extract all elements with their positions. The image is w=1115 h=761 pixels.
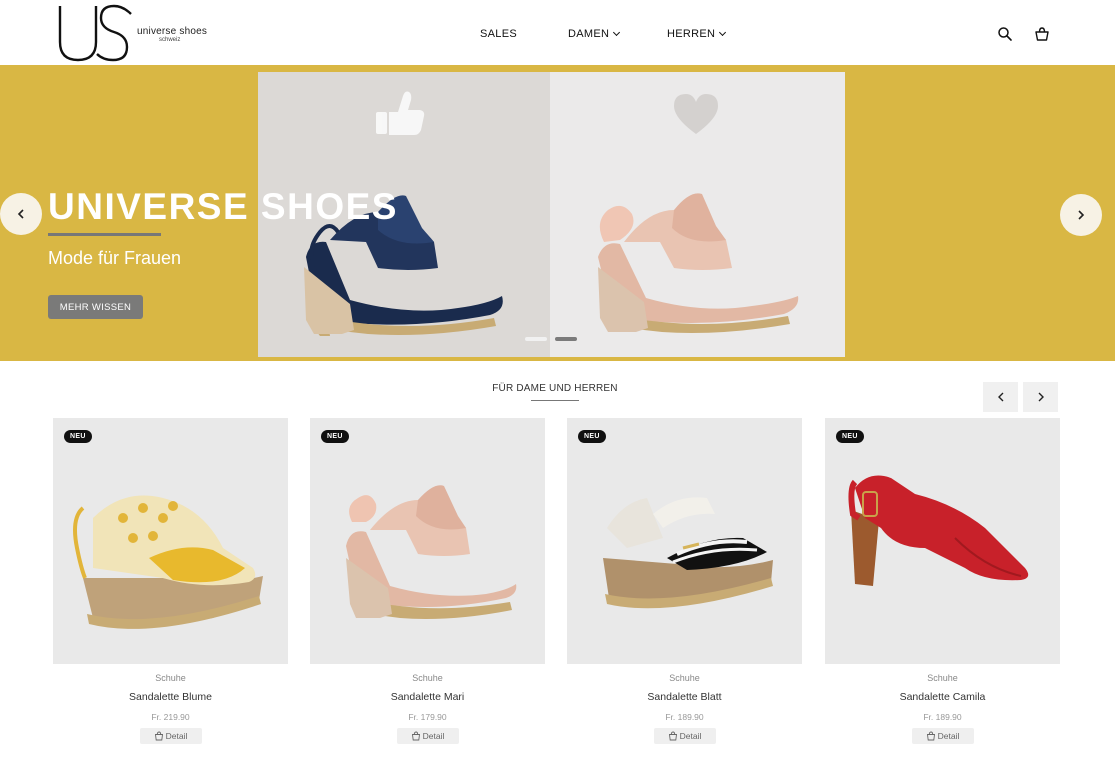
detail-button-label: Detail <box>422 731 445 741</box>
chevron-right-icon <box>1078 210 1085 220</box>
detail-button[interactable]: Detail <box>911 728 974 744</box>
slider-dot-1[interactable] <box>525 337 547 341</box>
products-prev-button[interactable] <box>983 382 1018 412</box>
hero-image-right-panel <box>550 72 845 357</box>
nav-item-label: DAMEN <box>568 28 610 40</box>
product-image[interactable]: NEU <box>825 418 1060 664</box>
product-card: NEU Schuhe Sandalette Camila Fr. 189.90 … <box>825 418 1060 744</box>
bag-icon <box>926 731 935 741</box>
hero-more-button[interactable]: MEHR WISSEN <box>48 295 143 319</box>
product-category: Schuhe <box>927 673 958 683</box>
logo-mark <box>58 4 132 62</box>
yellow-wedge-sandal-shape <box>73 495 263 629</box>
new-badge: NEU <box>578 430 606 443</box>
products-next-button[interactable] <box>1023 382 1058 412</box>
site-header: universe shoes schweiz SALES DAMEN HERRE… <box>0 0 1115 65</box>
product-price: Fr. 189.90 <box>665 712 704 722</box>
product-card: NEU Schuhe Sandalette Blatt Fr. 189.90 D… <box>567 418 802 744</box>
nav-item-label: HERREN <box>667 28 716 40</box>
bag-icon <box>668 731 677 741</box>
product-card: NEU Schuhe Sandalette Mari Fr. 179.90 De… <box>310 418 545 744</box>
new-badge: NEU <box>321 430 349 443</box>
detail-button[interactable]: Detail <box>139 728 202 744</box>
pink-sandal-shape <box>346 485 517 619</box>
detail-button-label: Detail <box>679 731 702 741</box>
section-title: FÜR DAME UND HERREN <box>492 383 618 394</box>
chevron-left-icon <box>17 209 24 219</box>
nav-item-sales[interactable]: SALES <box>480 28 517 40</box>
nav-item-herren[interactable]: HERREN <box>667 28 727 40</box>
chevron-down-icon <box>719 28 727 36</box>
striped-wedge-sandal-shape <box>603 497 773 609</box>
cart-icon[interactable] <box>1034 26 1050 42</box>
heart-icon <box>598 94 799 333</box>
hero-subtitle: Mode für Frauen <box>48 248 182 268</box>
product-price: Fr. 189.90 <box>923 712 962 722</box>
product-category: Schuhe <box>412 673 443 683</box>
nav-item-label: SALES <box>480 28 517 40</box>
section-divider <box>531 400 579 401</box>
product-name[interactable]: Sandalette Mari <box>310 691 545 703</box>
product-category: Schuhe <box>155 673 186 683</box>
product-name[interactable]: Sandalette Camila <box>825 691 1060 703</box>
bag-icon <box>411 731 420 741</box>
hero-prev-button[interactable] <box>0 193 42 235</box>
slider-dot-2[interactable] <box>555 337 577 341</box>
product-image[interactable]: NEU <box>310 418 545 664</box>
detail-button[interactable]: Detail <box>396 728 459 744</box>
pink-sandal-shape <box>598 193 799 333</box>
product-image[interactable]: NEU <box>53 418 288 664</box>
chevron-down-icon <box>613 28 621 36</box>
hero-next-button[interactable] <box>1060 194 1102 236</box>
new-badge: NEU <box>836 430 864 443</box>
chevron-right-icon <box>1038 392 1044 402</box>
product-name[interactable]: Sandalette Blatt <box>567 691 802 703</box>
nav-item-damen[interactable]: DAMEN <box>568 28 621 40</box>
product-price: Fr. 219.90 <box>151 712 190 722</box>
product-image[interactable]: NEU <box>567 418 802 664</box>
hero-slider: UNIVERSE SHOES Mode für Frauen MEHR WISS… <box>0 65 1115 361</box>
hero-title: UNIVERSE SHOES <box>48 186 398 227</box>
logo[interactable]: universe shoes schweiz <box>57 4 217 64</box>
bag-icon <box>154 731 163 741</box>
detail-button[interactable]: Detail <box>653 728 716 744</box>
product-card: NEU Schuhe Sandalette Blume Fr. 219.90 D… <box>53 418 288 744</box>
product-name[interactable]: Sandalette Blume <box>53 691 288 703</box>
product-category: Schuhe <box>669 673 700 683</box>
detail-button-label: Detail <box>937 731 960 741</box>
search-icon[interactable] <box>997 26 1013 42</box>
detail-button-label: Detail <box>165 731 188 741</box>
logo-sub-text: schweiz <box>159 37 181 43</box>
red-slingback-shape <box>848 475 1029 586</box>
logo-brand-text: universe shoes <box>137 26 208 37</box>
hero-divider <box>48 233 161 236</box>
chevron-left-icon <box>997 392 1003 402</box>
new-badge: NEU <box>64 430 92 443</box>
product-price: Fr. 179.90 <box>408 712 447 722</box>
